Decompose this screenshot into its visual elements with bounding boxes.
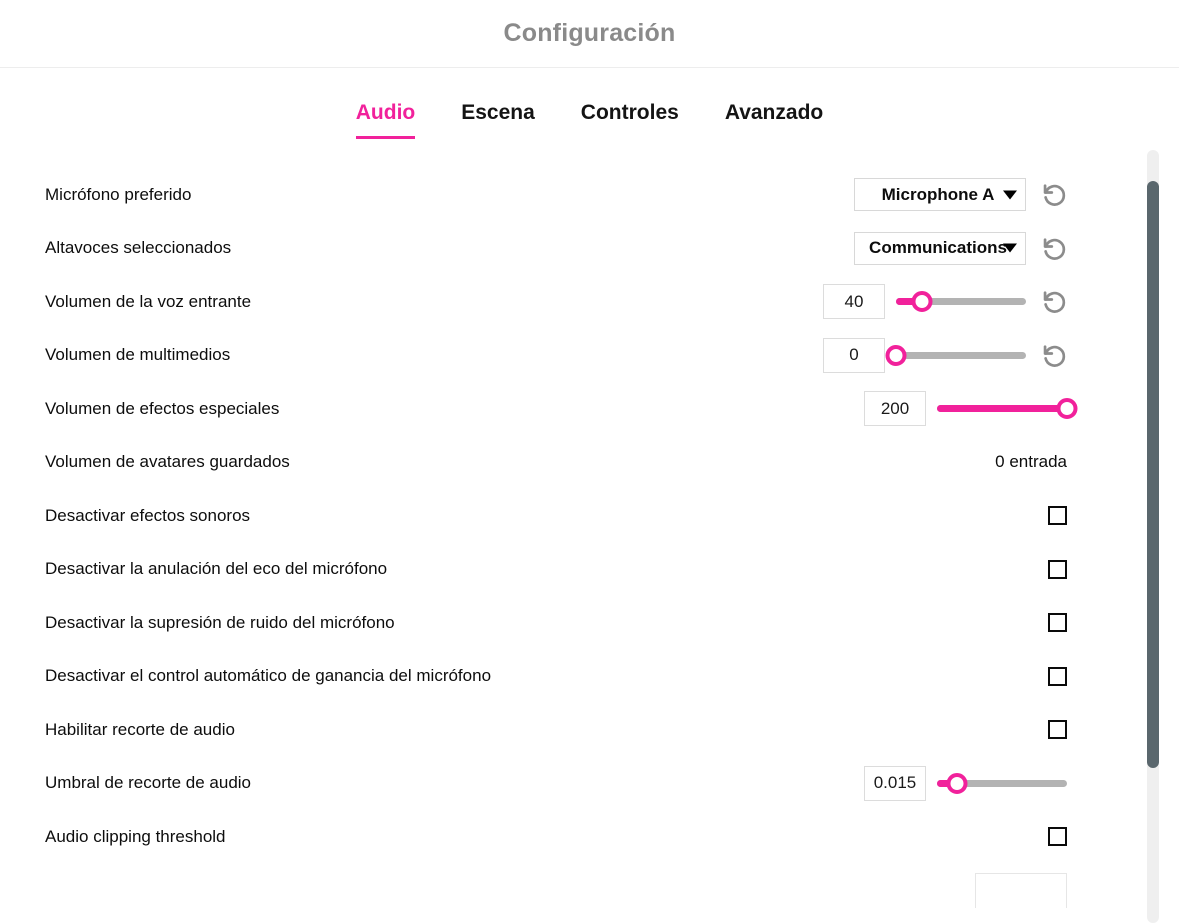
- setting-label: Desactivar la supresión de ruido del mic…: [45, 612, 395, 632]
- setting-control: 0.015: [864, 765, 1067, 801]
- volume-slider[interactable]: [937, 772, 1067, 794]
- settings-row: [0, 864, 1179, 918]
- setting-control: Microphone A: [854, 178, 1067, 212]
- setting-control: [1048, 559, 1067, 579]
- setting-label: Habilitar recorte de audio: [45, 719, 235, 739]
- setting-checkbox[interactable]: [1048, 666, 1067, 686]
- setting-control: 0: [823, 337, 1067, 373]
- dropdown-select[interactable]: Communications: [854, 231, 1026, 265]
- settings-row: Altavoces seleccionados Communications: [0, 222, 1179, 276]
- dropdown-value: Microphone A: [881, 184, 995, 204]
- setting-label: Desactivar efectos sonoros: [45, 505, 251, 525]
- tab-audio[interactable]: Audio: [355, 100, 416, 139]
- settings-row: Audio clipping threshold: [0, 810, 1179, 864]
- setting-control: [1048, 666, 1067, 686]
- reset-arrow-icon[interactable]: [1040, 342, 1067, 369]
- settings-window: Configuración Audio Escena Controles Avanza…: [0, 0, 1179, 923]
- slider-track: [896, 351, 1026, 359]
- vertical-scrollbar[interactable]: [1147, 150, 1159, 923]
- setting-label: Audio clipping threshold: [45, 826, 226, 846]
- setting-value-text: 0 entrada: [995, 452, 1067, 472]
- setting-checkbox[interactable]: [1048, 506, 1067, 526]
- settings-row: Desactivar la supresión de ruido del mic…: [0, 596, 1179, 650]
- reset-arrow-icon[interactable]: [1040, 288, 1067, 315]
- settings-scroll-area: Micrófono preferido Microphone A Altavoces…: [0, 150, 1179, 923]
- slider-thumb[interactable]: [946, 772, 967, 794]
- setting-control: Communications: [854, 231, 1067, 265]
- page-title: Configuración: [503, 19, 676, 47]
- dropdown-select[interactable]: Microphone A: [854, 178, 1026, 212]
- reset-arrow-icon[interactable]: [1040, 181, 1067, 208]
- dropdown-value: Communications: [869, 238, 1007, 258]
- settings-row: Desactivar efectos sonoros: [0, 489, 1179, 543]
- volume-slider[interactable]: [885, 344, 1026, 366]
- settings-row: Volumen de efectos especiales 200: [0, 382, 1179, 436]
- setting-checkbox[interactable]: [1048, 613, 1067, 633]
- settings-row: Volumen de avatares guardados 0 entrada: [0, 436, 1179, 490]
- settings-row: Desactivar la anulación del eco del micr…: [0, 543, 1179, 597]
- setting-control: [1048, 613, 1067, 633]
- setting-control-column: [144, 864, 1179, 918]
- tab-escena[interactable]: Escena: [461, 100, 535, 139]
- setting-checkbox[interactable]: [1048, 827, 1067, 847]
- slider-thumb[interactable]: [885, 344, 907, 366]
- slider-thumb[interactable]: [911, 291, 933, 313]
- slider-fill: [937, 405, 1067, 413]
- setting-checkbox[interactable]: [1048, 559, 1067, 579]
- settings-row: Umbral de recorte de audio 0.015: [0, 757, 1179, 811]
- tab-controles[interactable]: Controles: [581, 100, 679, 139]
- settings-row: Desactivar el control automático de gana…: [0, 650, 1179, 704]
- setting-checkbox[interactable]: [1048, 720, 1067, 740]
- setting-control: 200: [864, 391, 1078, 427]
- chevron-down-icon: [1003, 190, 1017, 200]
- setting-label: Desactivar el control automático de gana…: [45, 666, 492, 686]
- settings-list: Micrófono preferido Microphone A Altavoces…: [0, 150, 1179, 917]
- value-input[interactable]: 200: [864, 391, 926, 427]
- reset-arrow-icon[interactable]: [1040, 235, 1067, 262]
- settings-row: Habilitar recorte de audio: [0, 703, 1179, 757]
- setting-control: [975, 872, 1067, 908]
- chevron-down-icon: [1003, 243, 1017, 253]
- setting-label: Desactivar la anulación del eco del micr…: [45, 559, 388, 579]
- value-input[interactable]: 0.015: [864, 765, 926, 801]
- slider-thumb[interactable]: [1056, 398, 1078, 420]
- setting-control: [1048, 827, 1067, 847]
- volume-slider[interactable]: [937, 398, 1078, 420]
- value-input[interactable]: 0: [823, 337, 885, 373]
- tab-avanzado[interactable]: Avanzado: [725, 100, 823, 139]
- setting-control: 0 entrada: [995, 452, 1067, 472]
- setting-control: [1048, 506, 1067, 526]
- value-input[interactable]: [975, 872, 1067, 908]
- scrollbar-thumb[interactable]: [1147, 180, 1159, 769]
- settings-tabs: Audio Escena Controles Avanzado: [0, 68, 1179, 150]
- setting-control: [1048, 720, 1067, 740]
- settings-row: Micrófono preferido Microphone A: [0, 168, 1179, 222]
- volume-slider[interactable]: [896, 291, 1026, 313]
- settings-row: Volumen de multimedios 0: [0, 329, 1179, 383]
- window-header: Configuración: [0, 0, 1179, 68]
- setting-control: 40: [823, 284, 1067, 320]
- value-input[interactable]: 40: [823, 284, 885, 320]
- settings-row: Volumen de la voz entrante 40: [0, 275, 1179, 329]
